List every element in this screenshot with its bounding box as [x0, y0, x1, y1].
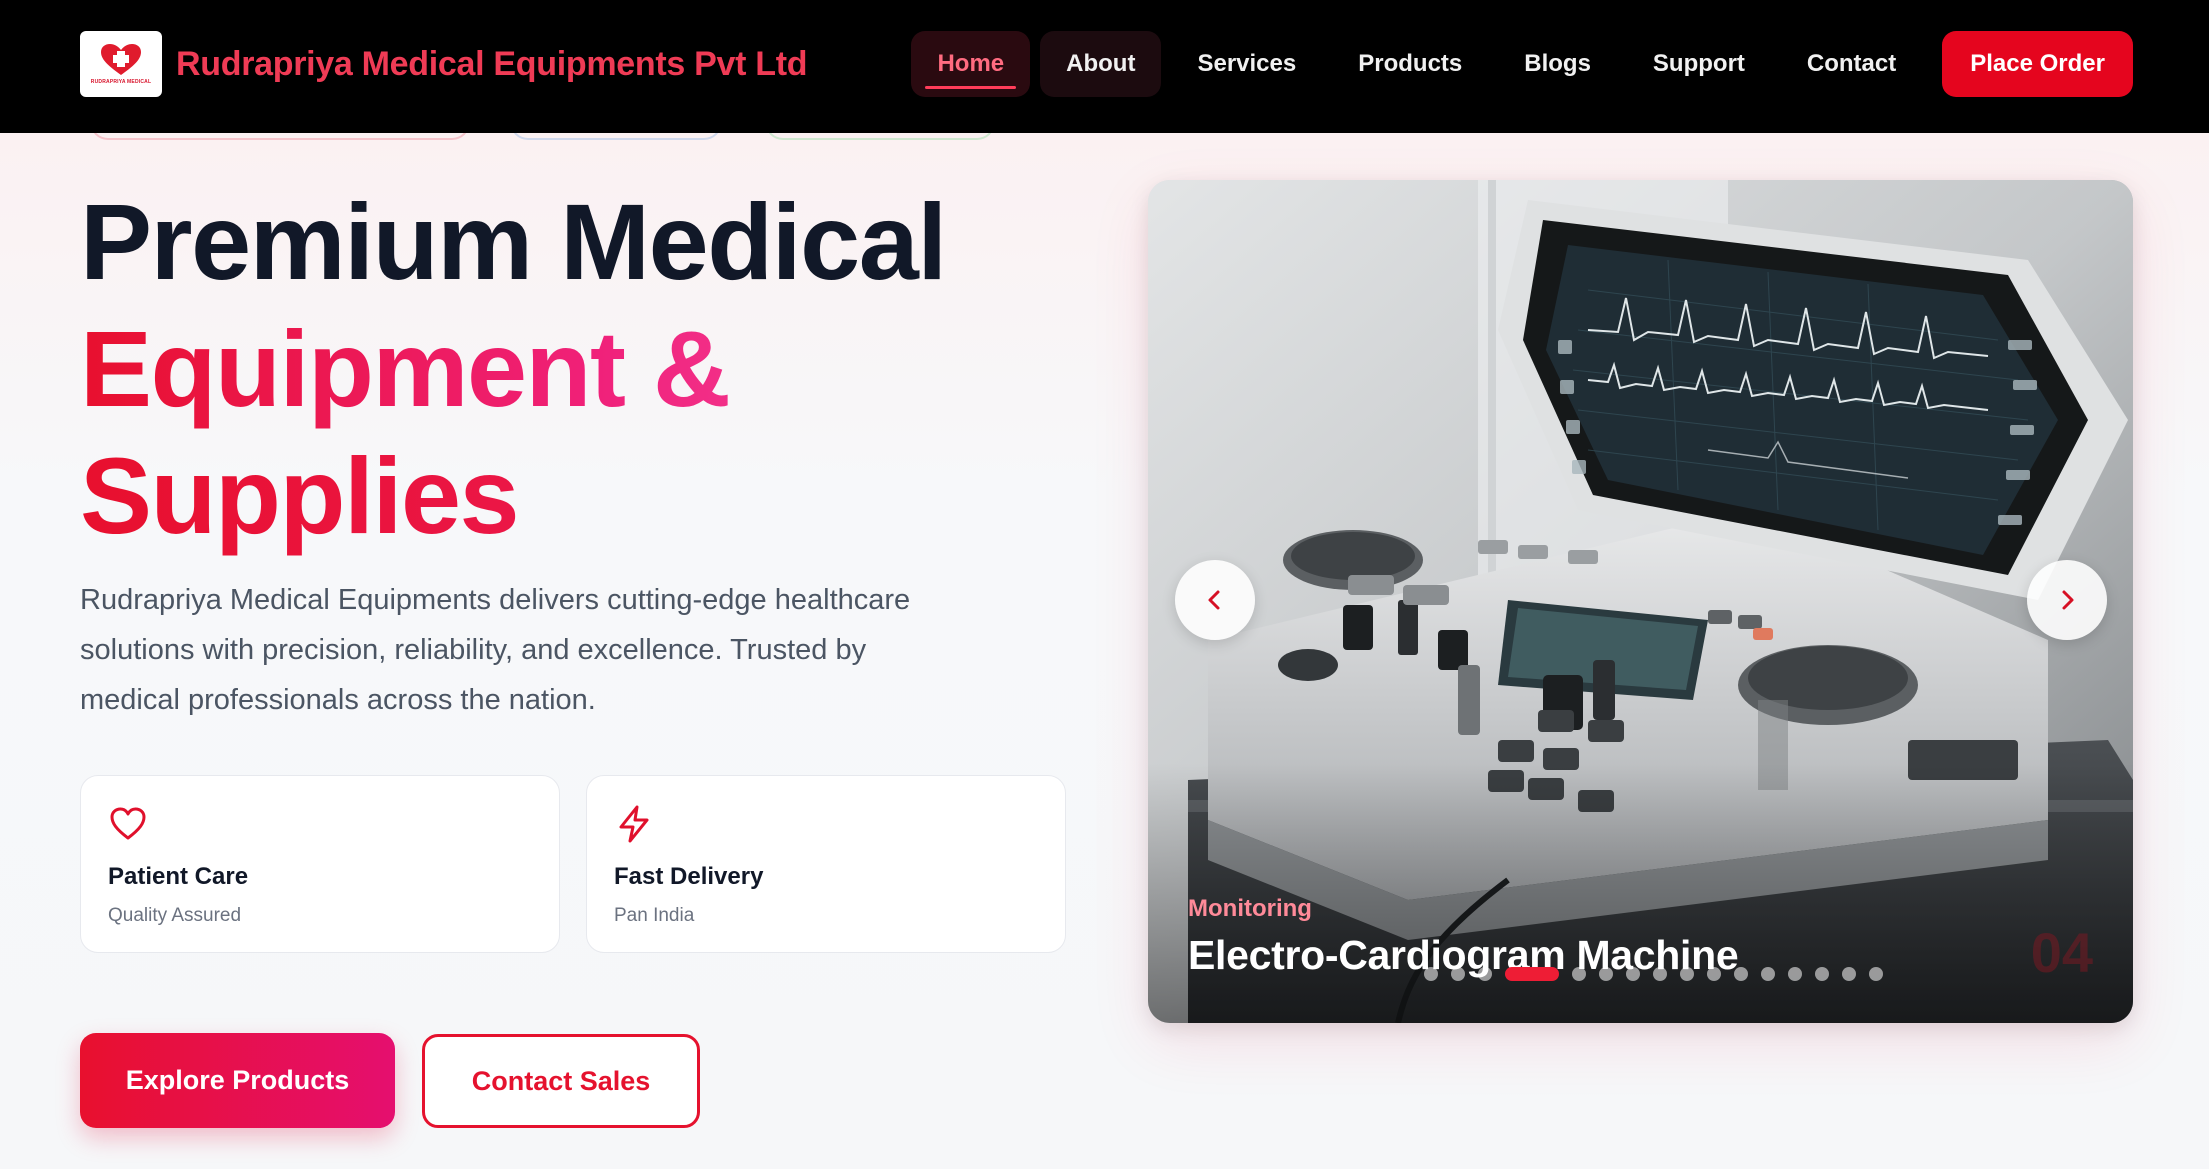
feature-card-patient-care: Patient Care Quality Assured	[80, 775, 560, 953]
brand[interactable]: RUDRAPRIYA MEDICAL Rudrapriya Medical Eq…	[80, 31, 808, 97]
carousel-next-button[interactable]	[2027, 560, 2107, 640]
hero-headline: Premium Medical Equipment & Supplies	[80, 178, 947, 559]
carousel-dots	[1424, 967, 1883, 981]
carousel-dot[interactable]	[1451, 967, 1465, 981]
nav-item-about[interactable]: About	[1040, 31, 1162, 97]
lightning-icon	[619, 805, 649, 843]
carousel-dot[interactable]	[1424, 967, 1438, 981]
nav-item-products[interactable]: Products	[1332, 31, 1488, 97]
nav-item-support[interactable]: Support	[1627, 31, 1771, 97]
chevron-right-icon	[2062, 590, 2074, 610]
carousel-dot[interactable]	[1572, 967, 1586, 981]
carousel-dot[interactable]	[1505, 967, 1559, 981]
carousel-dot[interactable]	[1788, 967, 1802, 981]
feature-subtitle: Quality Assured	[108, 905, 242, 926]
carousel-dot[interactable]	[1653, 967, 1667, 981]
slide-number: 04	[2030, 921, 2093, 984]
carousel-shade	[1148, 763, 2133, 1023]
carousel-dot[interactable]	[1815, 967, 1829, 981]
contact-sales-button[interactable]: Contact Sales	[422, 1034, 700, 1128]
logo-text: RUDRAPRIYA MEDICAL	[90, 79, 152, 85]
carousel-dot[interactable]	[1761, 967, 1775, 981]
slide-category: Monitoring	[1188, 895, 1312, 922]
nav-item-services[interactable]: Services	[1171, 31, 1322, 97]
carousel-dot[interactable]	[1869, 967, 1883, 981]
carousel-dot[interactable]	[1478, 967, 1492, 981]
nav-item-home[interactable]: Home	[911, 31, 1031, 97]
heart-icon	[110, 807, 146, 840]
feature-title: Fast Delivery	[614, 863, 764, 890]
chevron-left-icon	[1208, 590, 1220, 610]
brand-name[interactable]: Rudrapriya Medical Equipments Pvt Ltd	[176, 45, 808, 84]
navbar: RUDRAPRIYA MEDICAL Rudrapriya Medical Eq…	[0, 0, 2209, 133]
carousel-prev-button[interactable]	[1175, 560, 1255, 640]
hero-description: Rudrapriya Medical Equipments delivers c…	[80, 584, 911, 716]
nav-item-blogs[interactable]: Blogs	[1498, 31, 1617, 97]
carousel-dot[interactable]	[1734, 967, 1748, 981]
feature-subtitle: Pan India	[614, 905, 695, 926]
place-order-button[interactable]: Place Order	[1942, 31, 2133, 97]
explore-products-button[interactable]: Explore Products	[80, 1033, 395, 1128]
nav-item-contact[interactable]: Contact	[1781, 31, 1922, 97]
carousel-dot[interactable]	[1842, 967, 1856, 981]
main-nav: Home About Services Products Blogs Suppo…	[911, 31, 2133, 97]
company-logo: RUDRAPRIYA MEDICAL	[80, 31, 162, 97]
feature-card-fast-delivery: Fast Delivery Pan India	[586, 775, 1066, 953]
headline-line-3: Supplies	[80, 432, 946, 559]
carousel-dot[interactable]	[1626, 967, 1640, 981]
headline-line-1: Premium Medical	[80, 181, 947, 302]
product-carousel[interactable]: Monitoring Electro-Cardiogram Machine 04	[1148, 180, 2133, 1023]
carousel-dot[interactable]	[1599, 967, 1613, 981]
feature-title: Patient Care	[108, 863, 249, 890]
carousel-dot[interactable]	[1707, 967, 1721, 981]
headline-line-2: Equipment &	[80, 305, 946, 432]
carousel-dot[interactable]	[1680, 967, 1694, 981]
heart-cross-logo-icon	[101, 44, 141, 75]
